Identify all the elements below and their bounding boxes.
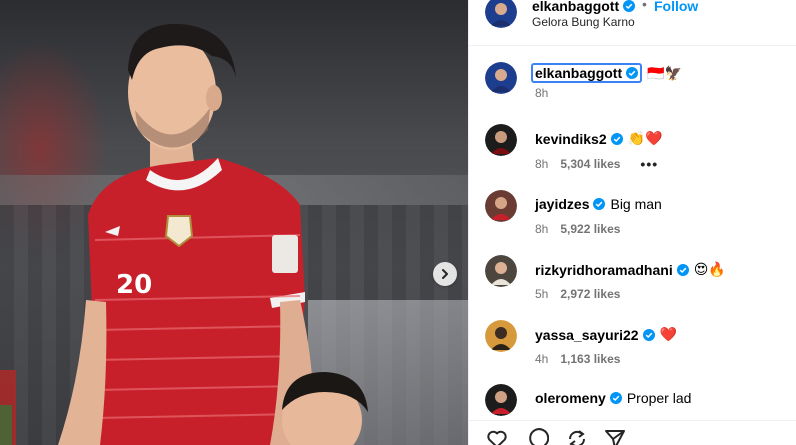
comment-likes[interactable]: 1,163 likes <box>560 352 620 366</box>
post-location[interactable]: Gelora Bung Karno <box>532 15 635 29</box>
comments-panel: elkanbaggott • Follow Gelora Bung Karno … <box>468 0 796 445</box>
verified-badge-icon <box>642 328 655 341</box>
comment-row: yassa_sayuri22 ❤️ 4h 1,163 likes <box>469 320 796 380</box>
post-header: elkanbaggott • Follow Gelora Bung Karno <box>469 0 796 46</box>
caption-text: 🇮🇩🦅 <box>647 64 682 81</box>
more-options-button[interactable]: ••• <box>640 156 658 172</box>
comment-text: 😍🔥 <box>693 261 726 277</box>
comment-text: ❤️ <box>659 326 677 342</box>
follow-button[interactable]: Follow <box>654 0 698 14</box>
verified-badge-icon <box>626 67 639 79</box>
comment-time[interactable]: 8h <box>535 157 548 171</box>
comment-line: rizkyridhoramadhani 😍🔥 <box>535 261 726 278</box>
caption-line: elkanbaggott 🇮🇩🦅 <box>531 63 682 83</box>
heart-icon[interactable] <box>485 427 509 445</box>
comment-row: kevindiks2 👏❤️ 8h 5,304 likes ••• <box>469 124 796 184</box>
comment-row: rizkyridhoramadhani 😍🔥 5h 2,972 likes <box>469 255 796 315</box>
comment-line: yassa_sayuri22 ❤️ <box>535 326 677 343</box>
comment-username[interactable]: jayidzes <box>535 196 589 212</box>
comment-likes[interactable]: 2,972 likes <box>560 287 620 301</box>
comment-username[interactable]: rizkyridhoramadhani <box>535 262 673 278</box>
commenter-avatar[interactable] <box>485 124 517 156</box>
chevron-right-icon <box>442 269 448 279</box>
comment-likes[interactable]: 5,304 likes <box>560 157 620 171</box>
comment-line: oleromeny Proper lad <box>535 390 691 406</box>
comment-username[interactable]: yassa_sayuri22 <box>535 327 639 343</box>
send-icon[interactable] <box>603 427 627 445</box>
caption-username[interactable]: elkanbaggott <box>535 65 622 81</box>
jersey-number: 20 <box>116 270 153 300</box>
comment-text: Big man <box>610 196 662 212</box>
comment-meta: 8h 5,304 likes ••• <box>535 156 658 172</box>
commenter-avatar[interactable] <box>485 320 517 352</box>
author-username[interactable]: elkanbaggott <box>532 0 619 14</box>
comment-icon[interactable] <box>525 427 549 445</box>
separator-dot: • <box>642 0 647 12</box>
post-photo: 20 <box>0 0 468 445</box>
verified-badge-icon <box>676 263 689 276</box>
verified-badge-icon <box>593 198 606 210</box>
comment-username[interactable]: kevindiks2 <box>535 131 607 147</box>
commenter-avatar[interactable] <box>485 190 517 222</box>
comment-username[interactable]: oleromeny <box>535 390 606 406</box>
caption-row: elkanbaggott 🇮🇩🦅 8h <box>469 62 796 122</box>
comment-line: kevindiks2 👏❤️ <box>535 130 662 147</box>
comment-time[interactable]: 5h <box>535 287 548 301</box>
comment-likes[interactable]: 5,922 likes <box>560 222 620 236</box>
comment-time[interactable]: 4h <box>535 352 548 366</box>
caption-time[interactable]: 8h <box>535 86 548 100</box>
author-avatar[interactable] <box>485 0 517 28</box>
comment-meta: 5h 2,972 likes <box>535 287 620 301</box>
commenter-avatar[interactable] <box>485 384 517 416</box>
comment-row: jayidzes Big man 8h 5,922 likes <box>469 190 796 250</box>
commenter-avatar[interactable] <box>485 255 517 287</box>
next-photo-button[interactable] <box>433 262 457 286</box>
player-illustration <box>0 23 368 445</box>
comment-time[interactable]: 8h <box>535 222 548 236</box>
comment-meta: 4h 1,163 likes <box>535 352 620 366</box>
author-avatar[interactable] <box>485 62 517 94</box>
caption-username-highlight[interactable]: elkanbaggott <box>531 63 643 83</box>
post-actions-bar <box>469 420 796 445</box>
comment-text: Proper lad <box>626 390 692 406</box>
verified-badge-icon <box>610 132 623 145</box>
verified-badge-icon <box>609 392 622 404</box>
share-icon[interactable] <box>565 427 589 445</box>
comment-meta: 8h 5,922 likes <box>535 222 620 236</box>
caption-meta: 8h <box>535 86 548 100</box>
comment-text: 👏❤️ <box>627 130 663 146</box>
comment-line: jayidzes Big man <box>535 196 662 212</box>
